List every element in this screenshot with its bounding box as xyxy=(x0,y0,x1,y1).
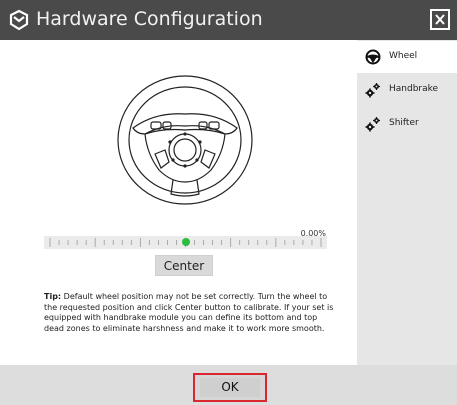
steering-wheel-illustration xyxy=(117,75,253,205)
steering-wheel-icon xyxy=(365,49,381,65)
sidebar-item-label: Wheel xyxy=(389,51,418,61)
tip-label: Tip: xyxy=(44,292,62,301)
tip-body: Default wheel position may not be set co… xyxy=(44,292,334,333)
close-icon xyxy=(435,14,445,25)
sidebar: Wheel Handbrake Shifter xyxy=(357,40,457,365)
title-bar: Hardware Configuration xyxy=(0,0,457,40)
gears-icon xyxy=(365,82,381,98)
sidebar-item-handbrake[interactable]: Handbrake xyxy=(357,74,457,106)
gears-icon xyxy=(365,116,381,132)
window-title: Hardware Configuration xyxy=(36,8,263,30)
slider-thumb[interactable] xyxy=(181,238,190,246)
close-button[interactable] xyxy=(430,9,450,30)
sidebar-item-label: Handbrake xyxy=(389,84,439,94)
sidebar-item-label: Shifter xyxy=(389,118,419,128)
sidebar-item-wheel[interactable]: Wheel xyxy=(357,41,457,73)
ok-button[interactable]: OK xyxy=(193,373,267,402)
ok-button-label: OK xyxy=(200,378,260,397)
sidebar-item-shifter[interactable]: Shifter xyxy=(357,108,457,140)
logo-icon xyxy=(8,9,30,31)
tip-text: Tip: Default wheel position may not be s… xyxy=(44,292,334,334)
wheel-position-slider[interactable] xyxy=(44,236,327,249)
center-button[interactable]: Center xyxy=(155,255,213,276)
